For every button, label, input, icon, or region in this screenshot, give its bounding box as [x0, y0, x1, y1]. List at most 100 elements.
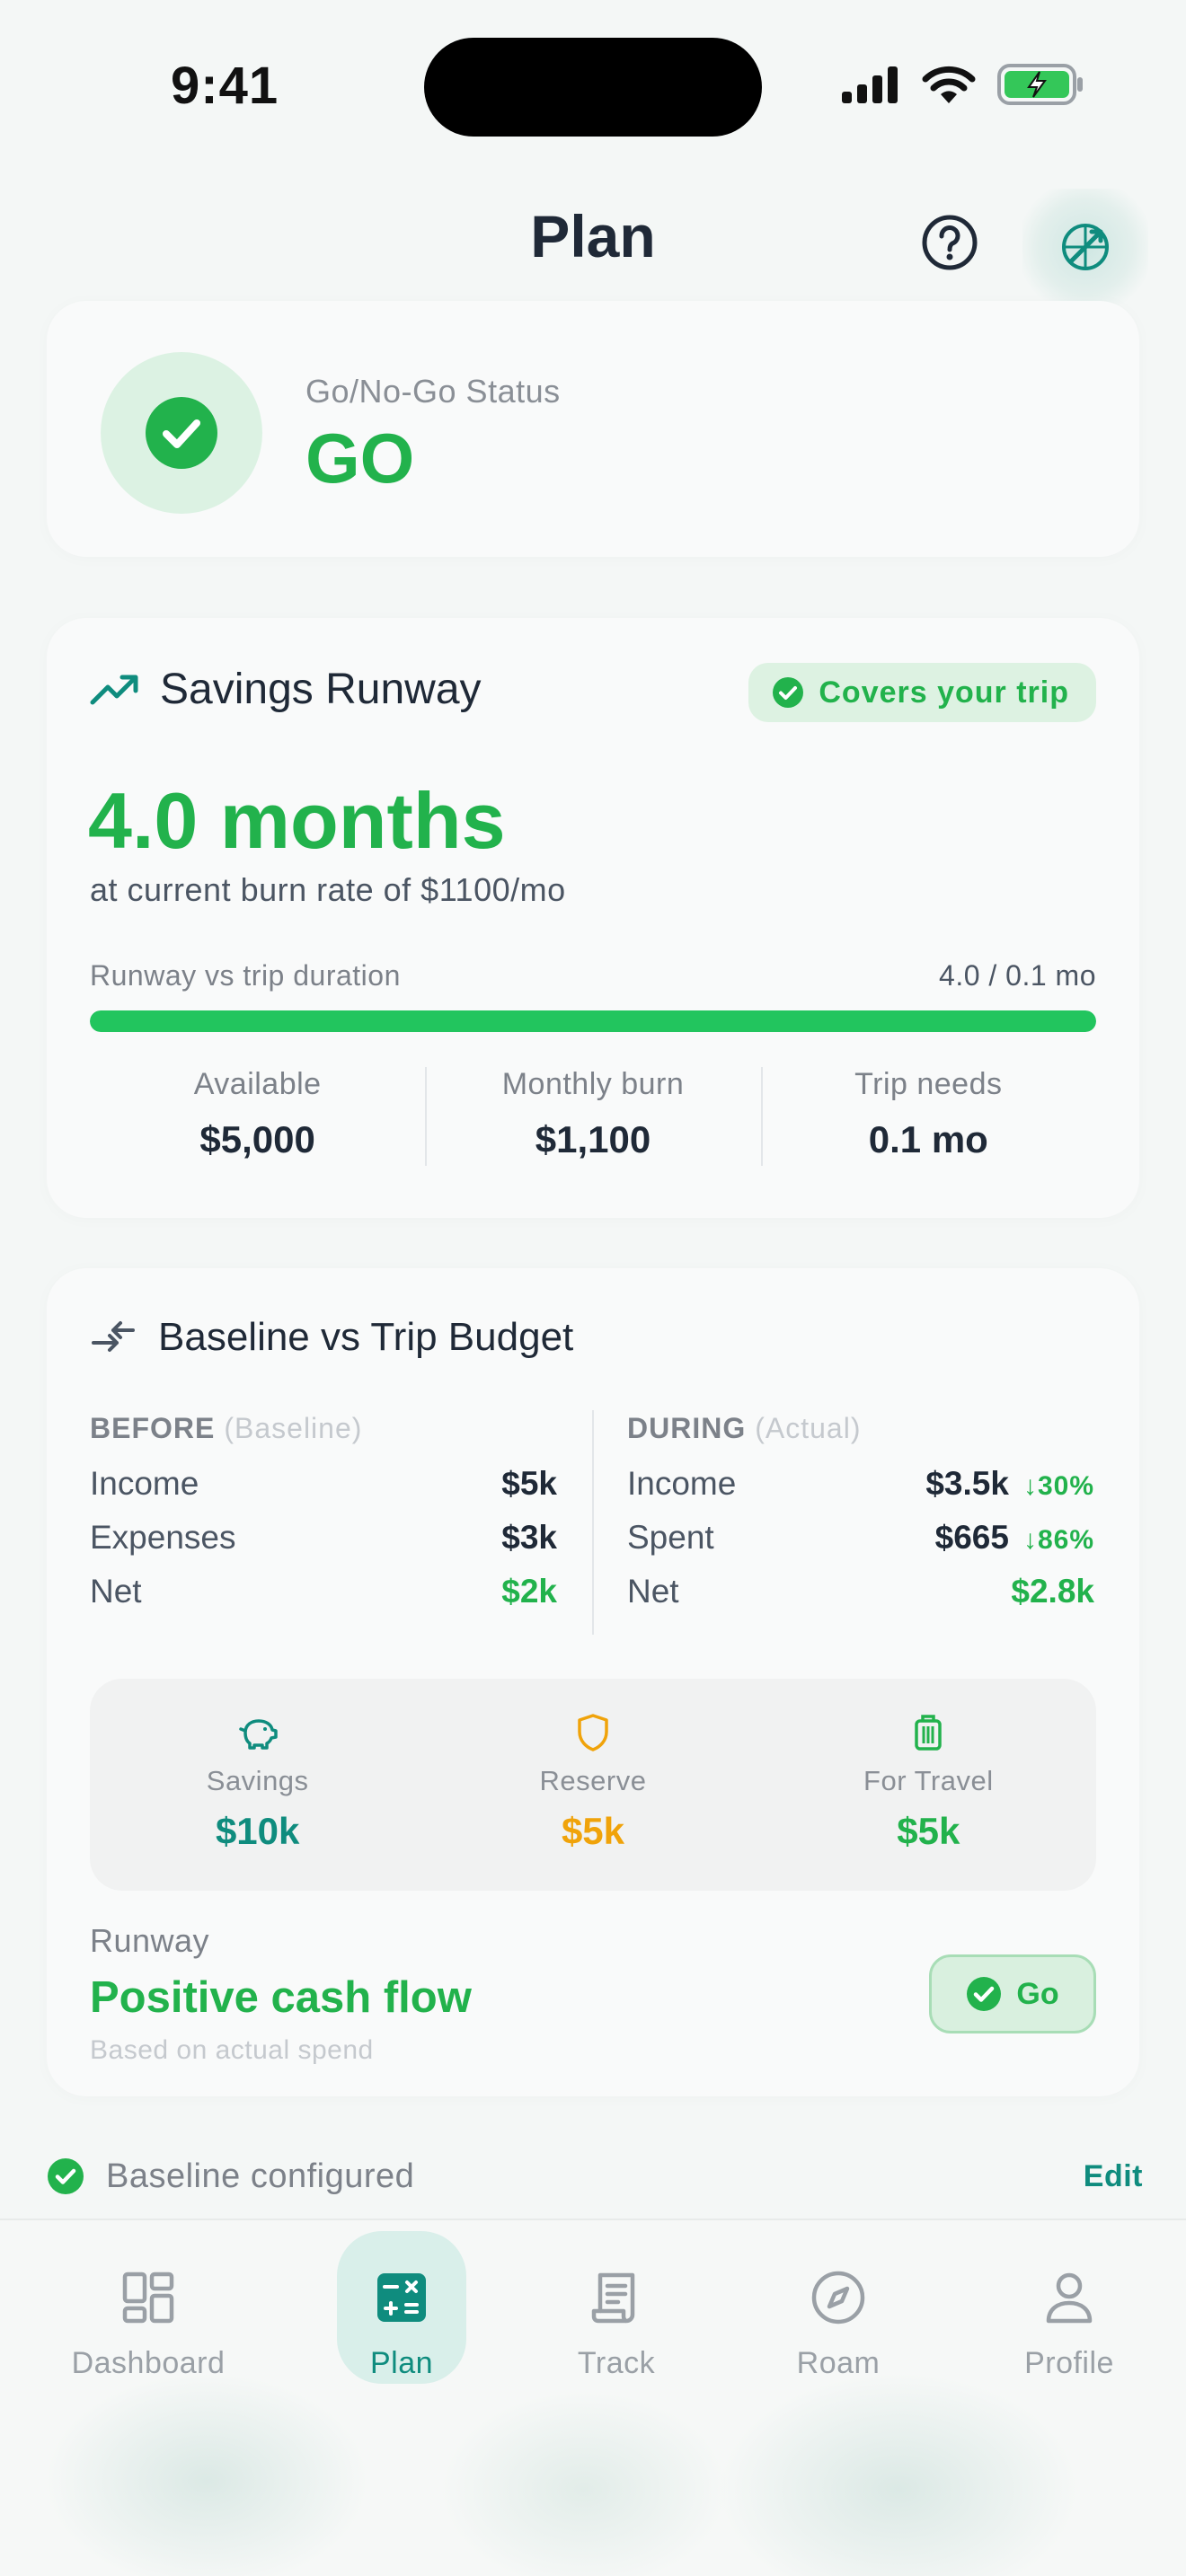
tab-track[interactable]: Track: [562, 2231, 670, 2384]
wifi-icon: [922, 66, 976, 103]
runway-months: 4.0 months: [88, 776, 506, 865]
row-label: Income: [627, 1465, 737, 1502]
during-row-spent: Spent $665 ↓86%: [627, 1519, 1094, 1573]
stat-label: Available: [193, 1067, 322, 1101]
budget-header: Baseline vs Trip Budget: [90, 1315, 573, 1360]
allocation-label: Savings: [206, 1765, 309, 1796]
before-row-income: Income $5k: [90, 1465, 557, 1519]
question-circle-icon: [922, 215, 978, 270]
check-circle-icon: [967, 1977, 1002, 2011]
savings-runway-header: Savings Runway: [90, 665, 482, 714]
before-heading: BEFORE (Baseline): [90, 1412, 557, 1445]
go-button[interactable]: Go: [929, 1954, 1096, 2033]
during-row-net: Net $2.8k: [627, 1573, 1094, 1627]
stat-value: $1,100: [535, 1118, 651, 1160]
runway-value: Positive cash flow: [90, 1973, 472, 2022]
row-value: $3.5k: [925, 1465, 1009, 1502]
allocation-savings: Savings $10k: [90, 1679, 425, 1891]
allocation-label: Reserve: [539, 1765, 647, 1796]
covers-trip-text: Covers your trip: [819, 675, 1069, 710]
during-heading-sub: (Actual): [755, 1412, 862, 1444]
go-status-indicator: [101, 352, 262, 514]
stat-label: Monthly burn: [501, 1067, 685, 1101]
compare-arrows-icon: [92, 1321, 135, 1352]
go-status-card: Go/No-Go Status GO: [47, 301, 1139, 557]
row-value-group: $3.5k ↓30%: [925, 1465, 1094, 1503]
tab-label: Profile: [1024, 2346, 1114, 2380]
row-label: Net: [627, 1573, 679, 1610]
allocation-value: $5k: [561, 1810, 625, 1852]
dynamic-island: [424, 38, 762, 137]
row-value: $2k: [501, 1573, 557, 1610]
runway-stats: Available $5,000 Monthly burn $1,100 Tri…: [90, 1067, 1096, 1166]
row-value: $3k: [501, 1519, 557, 1556]
page-title: Plan: [530, 203, 656, 269]
runway-subtext: Based on actual spend: [90, 2035, 374, 2065]
allocation-panel: Savings $10k Reserve $5k For Travel $5k: [90, 1679, 1096, 1891]
allocation-value: $10k: [215, 1810, 300, 1852]
progress-value: 4.0 / 0.1 mo: [939, 959, 1096, 992]
tab-roam[interactable]: Roam: [784, 2231, 892, 2384]
tab-plan[interactable]: Plan: [337, 2231, 466, 2384]
column-divider: [592, 1410, 594, 1635]
compass-icon: [811, 2271, 865, 2325]
check-circle-icon: [146, 397, 217, 469]
stat-available: Available $5,000: [90, 1067, 425, 1166]
during-column: DURING (Actual) Income $3.5k ↓30% Spent $…: [627, 1412, 1094, 1627]
edit-baseline-link[interactable]: Edit: [1084, 2159, 1143, 2194]
delta-badge: ↓30%: [1022, 1471, 1094, 1501]
covers-trip-badge: Covers your trip: [748, 663, 1096, 722]
battery-icon: [997, 64, 1083, 105]
stat-monthly-burn: Monthly burn $1,100: [425, 1067, 760, 1166]
go-button-label: Go: [1016, 1976, 1059, 2011]
row-label: Income: [90, 1465, 199, 1502]
budget-title: Baseline vs Trip Budget: [158, 1315, 574, 1359]
baseline-status-text: Baseline configured: [106, 2157, 415, 2195]
signal-icon: [842, 66, 898, 103]
tab-label: Dashboard: [71, 2346, 226, 2380]
before-column: BEFORE (Baseline) Income $5k Expenses $3k…: [90, 1412, 557, 1627]
delta-badge: ↓86%: [1022, 1525, 1094, 1555]
row-label: Expenses: [90, 1519, 236, 1556]
before-heading-sub: (Baseline): [224, 1412, 363, 1444]
before-row-expenses: Expenses $3k: [90, 1519, 557, 1573]
row-label: Net: [90, 1573, 142, 1610]
shield-icon: [578, 1714, 608, 1751]
stat-label: Trip needs: [854, 1067, 1003, 1101]
allocation-travel: For Travel $5k: [761, 1679, 1096, 1891]
burn-rate-text: at current burn rate of $1100/mo: [90, 871, 566, 908]
route-planner-button[interactable]: [1022, 189, 1148, 305]
go-status-label: Go/No-Go Status: [305, 373, 561, 410]
runway-label: Runway: [90, 1922, 210, 1959]
baseline-vs-trip-card: Baseline vs Trip Budget BEFORE (Baseline)…: [47, 1268, 1139, 2096]
stat-value: $5,000: [199, 1118, 315, 1160]
runway-progress-fill: [90, 1010, 1096, 1032]
row-value-group: $665 ↓86%: [935, 1519, 1094, 1557]
check-circle-icon: [773, 677, 804, 708]
allocation-value: $5k: [897, 1810, 960, 1852]
trending-up-icon: [90, 675, 138, 704]
status-bar: 9:41: [0, 0, 1186, 171]
row-value: $2.8k: [1011, 1573, 1094, 1610]
before-row-net: Net $2k: [90, 1573, 557, 1627]
during-row-income: Income $3.5k ↓30%: [627, 1465, 1094, 1519]
check-circle-icon: [48, 2158, 84, 2194]
tab-profile[interactable]: Profile: [1013, 2231, 1125, 2384]
tab-label: Track: [577, 2346, 656, 2380]
tab-label: Plan: [369, 2346, 434, 2380]
receipt-icon: [591, 2272, 635, 2324]
stat-trip-needs: Trip needs 0.1 mo: [760, 1067, 1096, 1166]
dashboard-grid-icon: [122, 2272, 174, 2324]
compass-route-icon: [1062, 224, 1109, 270]
tab-bar: Dashboard Plan Track Roam Profile: [0, 2219, 1186, 2576]
before-heading-main: BEFORE: [90, 1412, 216, 1444]
stat-value: 0.1 mo: [868, 1118, 988, 1160]
baseline-status-row: Baseline configured Edit: [47, 2154, 1143, 2199]
row-value: $665: [934, 1519, 1009, 1556]
tab-dashboard[interactable]: Dashboard: [70, 2231, 226, 2384]
row-label: Spent: [627, 1519, 714, 1556]
tab-label: Roam: [796, 2346, 881, 2380]
help-button[interactable]: [921, 214, 978, 271]
savings-runway-card: Savings Runway Covers your trip 4.0 mont…: [47, 618, 1139, 1218]
luggage-icon: [915, 1715, 943, 1751]
